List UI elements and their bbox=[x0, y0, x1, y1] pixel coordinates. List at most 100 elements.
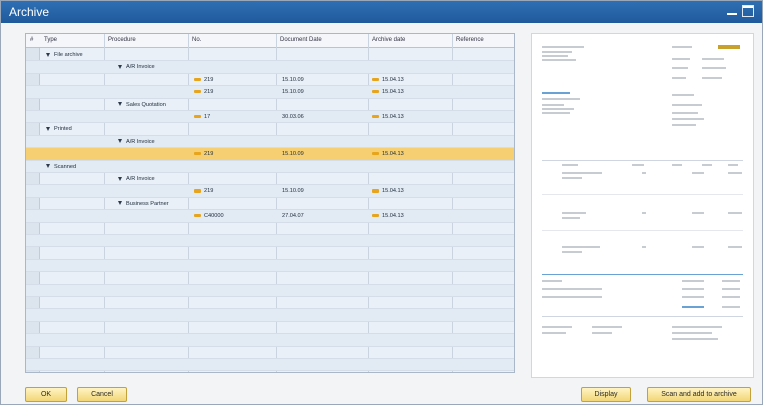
table-row[interactable] bbox=[26, 347, 514, 359]
expand-triangle-icon[interactable] bbox=[118, 139, 122, 144]
table-row[interactable]: Scanned bbox=[26, 160, 514, 173]
document-number-cell[interactable]: C40000 bbox=[194, 213, 224, 219]
expand-triangle-icon[interactable] bbox=[118, 176, 122, 181]
procedure-cell[interactable]: Business Partner bbox=[118, 201, 169, 207]
table-row[interactable]: 219 15.10.09 15.04.13 bbox=[26, 185, 514, 198]
archive-date-cell[interactable]: 15.04.13 bbox=[372, 151, 404, 157]
cancel-button[interactable]: Cancel bbox=[77, 387, 127, 402]
procedure-cell[interactable]: Sales Quotation bbox=[118, 102, 166, 108]
document-number: 219 bbox=[204, 89, 214, 96]
table-row[interactable]: Printed bbox=[26, 123, 514, 136]
column-header-procedure[interactable]: Procedure bbox=[108, 37, 136, 43]
table-row[interactable] bbox=[26, 297, 514, 310]
expand-triangle-icon[interactable] bbox=[46, 126, 50, 131]
document-number: 219 bbox=[204, 76, 214, 83]
document-number-cell[interactable]: 219 bbox=[194, 188, 213, 194]
link-arrow-icon[interactable] bbox=[372, 151, 379, 156]
minimize-icon[interactable] bbox=[726, 5, 738, 17]
archive-date-cell[interactable]: 15.04.13 bbox=[372, 77, 404, 83]
table-row[interactable] bbox=[26, 359, 514, 372]
document-number-cell[interactable]: 219 bbox=[194, 77, 213, 83]
link-arrow-icon[interactable] bbox=[372, 89, 379, 94]
table-row[interactable] bbox=[26, 272, 514, 285]
procedure-cell[interactable]: A/R Invoice bbox=[118, 64, 155, 70]
preview-text-line bbox=[692, 172, 704, 174]
table-row[interactable]: 219 15.10.09 15.04.13 bbox=[26, 86, 514, 99]
procedure-cell[interactable]: A/R Invoice bbox=[118, 176, 155, 182]
preview-text-line bbox=[562, 177, 582, 179]
display-button[interactable]: Display bbox=[581, 387, 631, 402]
ok-button[interactable]: OK bbox=[25, 387, 67, 402]
table-row[interactable]: A/R Invoice bbox=[26, 61, 514, 74]
table-row[interactable]: 219 15.10.09 15.04.13 bbox=[26, 74, 514, 87]
table-row[interactable] bbox=[26, 284, 514, 297]
document-number-cell[interactable]: 219 bbox=[194, 151, 213, 157]
preview-text-line bbox=[542, 288, 602, 290]
table-row[interactable] bbox=[26, 259, 514, 273]
column-header-document-date[interactable]: Document Date bbox=[280, 37, 322, 43]
procedure-label: Sales Quotation bbox=[126, 101, 166, 108]
expand-triangle-icon[interactable] bbox=[118, 102, 122, 107]
preview-text-line bbox=[542, 280, 562, 282]
expand-triangle-icon[interactable] bbox=[118, 201, 122, 206]
link-arrow-icon[interactable] bbox=[372, 77, 379, 82]
preview-text-line bbox=[728, 164, 738, 166]
column-header-no[interactable]: No. bbox=[192, 37, 201, 43]
expand-triangle-icon[interactable] bbox=[118, 64, 122, 69]
table-row[interactable]: 17 30.03.06 15.04.13 bbox=[26, 111, 514, 124]
table-row[interactable]: 219 15.10.09 15.04.13 bbox=[26, 148, 514, 161]
type-cell[interactable]: Scanned bbox=[46, 164, 76, 170]
table-row[interactable] bbox=[26, 247, 514, 260]
table-row[interactable]: File archive bbox=[26, 49, 514, 62]
archive-date-cell[interactable]: 15.04.13 bbox=[372, 89, 404, 95]
column-header-reference[interactable]: Reference bbox=[456, 37, 484, 43]
archive-date-cell[interactable]: 15.04.13 bbox=[372, 114, 404, 120]
link-arrow-icon[interactable] bbox=[194, 151, 201, 156]
link-arrow-icon[interactable] bbox=[372, 114, 379, 119]
expand-triangle-icon[interactable] bbox=[46, 164, 50, 169]
table-row[interactable]: A/R Invoice bbox=[26, 173, 514, 186]
archive-date: 15.04.13 bbox=[382, 188, 404, 195]
archive-date: 15.04.13 bbox=[382, 213, 404, 220]
link-arrow-icon[interactable] bbox=[372, 189, 379, 193]
type-cell[interactable]: File archive bbox=[46, 52, 83, 58]
preview-text-line bbox=[542, 55, 568, 57]
preview-text-line bbox=[672, 326, 722, 328]
table-row[interactable] bbox=[26, 322, 514, 335]
procedure-cell[interactable]: A/R Invoice bbox=[118, 139, 155, 145]
archive-date-cell[interactable]: 15.04.13 bbox=[372, 188, 404, 194]
document-number-cell[interactable]: 219 bbox=[194, 89, 213, 95]
table-row[interactable] bbox=[26, 223, 514, 235]
archive-date-cell[interactable]: 15.04.13 bbox=[372, 213, 404, 219]
maximize-icon[interactable] bbox=[742, 5, 754, 17]
archive-date: 15.04.13 bbox=[382, 151, 404, 158]
link-arrow-icon[interactable] bbox=[194, 189, 201, 193]
link-arrow-icon[interactable] bbox=[194, 89, 201, 94]
preview-text-line bbox=[672, 58, 690, 60]
document-number-cell[interactable]: 17 bbox=[194, 114, 210, 120]
link-arrow-icon[interactable] bbox=[372, 213, 379, 218]
preview-text-line bbox=[592, 332, 612, 334]
column-header-number[interactable]: # bbox=[30, 37, 33, 43]
link-arrow-icon[interactable] bbox=[194, 213, 201, 218]
table-row[interactable] bbox=[26, 235, 514, 248]
table-row[interactable]: C40000 27.04.07 15.04.13 bbox=[26, 210, 514, 223]
type-cell[interactable]: Printed bbox=[46, 126, 72, 132]
expand-triangle-icon[interactable] bbox=[46, 52, 50, 57]
archive-date: 15.04.13 bbox=[382, 89, 404, 96]
type-label: Printed bbox=[54, 126, 72, 133]
table-row[interactable]: Sales Quotation bbox=[26, 99, 514, 111]
scan-and-add-button[interactable]: Scan and add to archive bbox=[647, 387, 751, 402]
column-header-archive-date[interactable]: Archive date bbox=[372, 37, 405, 43]
table-row[interactable]: A/R Invoice bbox=[26, 135, 514, 149]
table-row[interactable] bbox=[26, 309, 514, 322]
link-arrow-icon[interactable] bbox=[194, 114, 201, 119]
table-row[interactable] bbox=[26, 371, 514, 372]
column-header-type[interactable]: Type bbox=[44, 37, 57, 43]
table-row[interactable] bbox=[26, 334, 514, 347]
table-row[interactable]: Business Partner bbox=[26, 198, 514, 211]
link-arrow-icon[interactable] bbox=[194, 77, 201, 82]
preview-text-line bbox=[562, 251, 582, 253]
document-date-cell: 30.03.06 bbox=[282, 114, 304, 120]
preview-rule bbox=[542, 316, 743, 317]
